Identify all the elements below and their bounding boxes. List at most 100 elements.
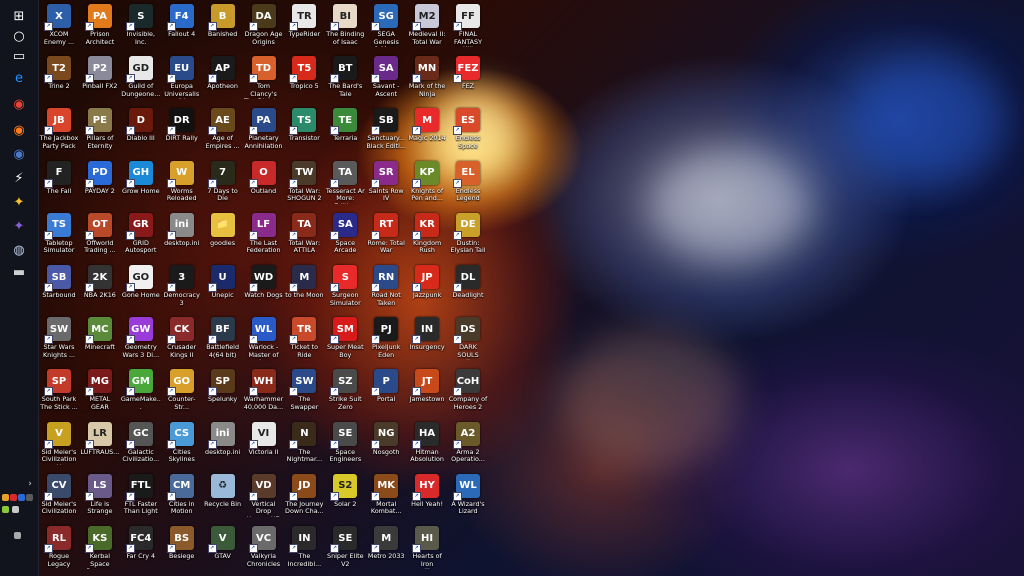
desktop-shortcut[interactable]: TE ↗ Terraria: [325, 104, 365, 143]
desktop-shortcut[interactable]: ♻ Recycle Bin: [203, 470, 243, 509]
desktop-shortcut[interactable]: IN ↗ The Incredibl...: [284, 522, 324, 568]
desktop-shortcut[interactable]: TA↗Tesseract Ar More: Edition: [325, 157, 365, 204]
desktop-shortcut[interactable]: FTL ↗ FTL Faster Than Light: [121, 470, 161, 516]
desktop-shortcut[interactable]: TR ↗ Ticket to Ride: [284, 313, 324, 359]
desktop-shortcut[interactable]: CV↗Sid Meier's Civilization ...: [39, 470, 79, 517]
desktop-shortcut[interactable]: SB ↗ Starbound: [39, 261, 79, 300]
desktop-shortcut[interactable]: EU↗Europa Universalis IV: [162, 52, 202, 99]
desktop-shortcut[interactable]: TR ↗ TypeRider: [284, 0, 324, 39]
desktop-shortcut[interactable]: M ↗ Magic 2014: [407, 104, 447, 143]
desktop-shortcut[interactable]: M2 ↗ Medieval II: Total War: [407, 0, 447, 46]
search-icon[interactable]: ○: [6, 26, 32, 46]
desktop-shortcut[interactable]: FC4 ↗ Far Cry 4: [121, 522, 161, 561]
desktop-shortcut[interactable]: WH ↗ Warhammer 40,000 Da...: [244, 365, 284, 411]
desktop-shortcut[interactable]: A2 ↗ Arma 2 Operatio...: [448, 418, 488, 464]
desktop-shortcut[interactable]: HI↗Hearts of Iron III: [407, 522, 447, 569]
desktop-shortcut[interactable]: T5 ↗ Tropico 5: [284, 52, 324, 91]
desktop-shortcut[interactable]: RL ↗ Rogue Legacy: [39, 522, 79, 568]
desktop-shortcut[interactable]: 2K ↗ NBA 2K16: [80, 261, 120, 300]
desktop-shortcut[interactable]: TD↗Tom Clancy's The Division: [244, 52, 284, 99]
desktop-shortcut[interactable]: GW ↗ Geometry Wars 3 Di...: [121, 313, 161, 359]
desktop-shortcut[interactable]: DA ↗ Dragon Age Origins: [244, 0, 284, 46]
desktop-shortcut[interactable]: F ↗ The Fall: [39, 157, 79, 196]
desktop-shortcut[interactable]: SE ↗ Sniper Elite V2: [325, 522, 365, 568]
desktop-shortcut[interactable]: GR ↗ GRID Autosport: [121, 209, 161, 255]
desktop-shortcut[interactable]: HA ↗ Hitman Absolution: [407, 418, 447, 464]
desktop-shortcut[interactable]: T2 ↗ Trine 2: [39, 52, 79, 91]
desktop-shortcut[interactable]: HY ↗ Hell Yeah!: [407, 470, 447, 509]
desktop-shortcut[interactable]: WL ↗ A Wizard's Lizard: [448, 470, 488, 516]
desktop-shortcut[interactable]: DR ↗ DiRT Rally: [162, 104, 202, 143]
desktop-shortcut[interactable]: SM ↗ Super Meat Boy: [325, 313, 365, 359]
tray-expand-chevron-icon[interactable]: ›: [24, 478, 36, 490]
desktop-shortcut[interactable]: U ↗ Unepic: [203, 261, 243, 300]
desktop-shortcut[interactable]: WL↗Warlock - Master of t...: [244, 313, 284, 360]
desktop-shortcut[interactable]: MN ↗ Mark of the Ninja: [407, 52, 447, 98]
desktop-shortcut[interactable]: MK ↗ Mortal Kombat...: [366, 470, 406, 516]
terminal-icon[interactable]: ▬: [6, 262, 32, 282]
flash-icon[interactable]: ⚡: [6, 168, 32, 188]
desktop-shortcut[interactable]: X ↗ XCOM Enemy ...: [39, 0, 79, 46]
desktop-shortcut[interactable]: GC ↗ Galactic Civilizatio...: [121, 418, 161, 464]
desktop-shortcut[interactable]: KP ↗ Knights of Pen and...: [407, 157, 447, 203]
task-view-icon[interactable]: ▭: [6, 46, 32, 66]
desktop-shortcut[interactable]: FEZ ↗ FEZ: [448, 52, 488, 91]
desktop-shortcut[interactable]: TW ↗ Total War: SHOGUN 2: [284, 157, 324, 203]
desktop-shortcut[interactable]: O ↗ Outland: [244, 157, 284, 196]
desktop-shortcut[interactable]: DL ↗ Deadlight: [448, 261, 488, 300]
desktop-shortcut[interactable]: 📁 goodies: [203, 209, 243, 248]
firefox-icon[interactable]: ◉: [6, 120, 32, 140]
desktop-shortcut[interactable]: DE ↗ Dustin: Elysian Tail: [448, 209, 488, 255]
desktop-shortcut[interactable]: DS↗DARK SOULS II: [448, 313, 488, 360]
app-icon[interactable]: ◉: [6, 144, 32, 164]
desktop-shortcut[interactable]: VD↗Vertical Drop Heroes HD: [244, 470, 284, 517]
tray-network-icon[interactable]: [2, 506, 9, 513]
desktop-shortcut[interactable]: RN ↗ Road Not Taken: [366, 261, 406, 307]
notification-icon[interactable]: [14, 532, 21, 539]
desktop-shortcut[interactable]: SR ↗ Saints Row IV: [366, 157, 406, 203]
tray-app-icon[interactable]: [2, 494, 9, 501]
tray-app-icon[interactable]: [26, 494, 33, 501]
desktop-shortcut[interactable]: N ↗ The Nightmar...: [284, 418, 324, 464]
desktop-shortcut[interactable]: M ↗ to the Moon: [284, 261, 324, 300]
desktop-shortcut[interactable]: BI ↗ The Binding of Isaac: [325, 0, 365, 46]
desktop-shortcut[interactable]: VI ↗ Victoria II: [244, 418, 284, 457]
desktop-shortcut[interactable]: LR ↗ LUFTRAUS...: [80, 418, 120, 457]
desktop-shortcut[interactable]: SW ↗ The Swapper: [284, 365, 324, 411]
desktop-shortcut[interactable]: MG↗METAL GEAR SOLID V: T...: [80, 365, 120, 412]
edge-icon[interactable]: e: [6, 68, 32, 88]
desktop-shortcut[interactable]: ini ↗ desktop.ini: [203, 418, 243, 457]
desktop-shortcut[interactable]: GO↗Counter-Str... Global Offe...: [162, 365, 202, 412]
desktop-shortcut[interactable]: WD ↗ Watch Dogs: [244, 261, 284, 300]
desktop-shortcut[interactable]: S2 ↗ Solar 2: [325, 470, 365, 509]
desktop-shortcut[interactable]: GD ↗ Guild of Dungeone...: [121, 52, 161, 98]
desktop-shortcut[interactable]: W ↗ Worms Reloaded: [162, 157, 202, 203]
desktop-shortcut[interactable]: ES ↗ Endless Space: [448, 104, 488, 150]
tray-app-icon[interactable]: [10, 494, 17, 501]
desktop-shortcut[interactable]: SZ ↗ Strike Suit Zero: [325, 365, 365, 411]
desktop-shortcut[interactable]: GM↗GameMake... 1.4: [121, 365, 161, 412]
desktop-shortcut[interactable]: SG↗SEGA Genesis & Mega Dri...: [366, 0, 406, 47]
desktop-shortcut[interactable]: PA ↗ Planetary Annihilation: [244, 104, 284, 150]
desktop-shortcut[interactable]: MC ↗ Minecraft: [80, 313, 120, 352]
desktop-shortcut[interactable]: F4 ↗ Fallout 4: [162, 0, 202, 39]
desktop-shortcut[interactable]: CM ↗ Cities in Motion: [162, 470, 202, 516]
desktop-shortcut[interactable]: PA ↗ Prison Architect: [80, 0, 120, 46]
desktop-shortcut[interactable]: SA ↗ Space Arcade: [325, 209, 365, 255]
desktop-shortcut[interactable]: CoH ↗ Company of Heroes 2: [448, 365, 488, 411]
desktop-shortcut[interactable]: OT ↗ Offworld Trading ...: [80, 209, 120, 255]
steam-icon[interactable]: ◍: [6, 240, 32, 260]
desktop-shortcut[interactable]: GH ↗ Grow Home: [121, 157, 161, 196]
tray-volume-icon[interactable]: [12, 506, 19, 513]
desktop-shortcut[interactable]: SA ↗ Savant - Ascent: [366, 52, 406, 98]
desktop-shortcut[interactable]: PD ↗ PAYDAY 2: [80, 157, 120, 196]
desktop-shortcut[interactable]: P2 ↗ Pinball FX2: [80, 52, 120, 91]
desktop-shortcut[interactable]: BS ↗ Besiege: [162, 522, 202, 561]
desktop-shortcut[interactable]: AP ↗ Apotheon: [203, 52, 243, 91]
desktop-shortcut[interactable]: SW ↗ Star Wars Knights ...: [39, 313, 79, 359]
app3-icon[interactable]: ✦: [6, 216, 32, 236]
desktop-shortcut[interactable]: JT ↗ Jamestown: [407, 365, 447, 404]
desktop-shortcut[interactable]: LF ↗ The Last Federation: [244, 209, 284, 255]
desktop-shortcut[interactable]: 7 ↗ 7 Days to Die: [203, 157, 243, 203]
desktop-shortcut[interactable]: ini ↗ desktop.ini: [162, 209, 202, 248]
